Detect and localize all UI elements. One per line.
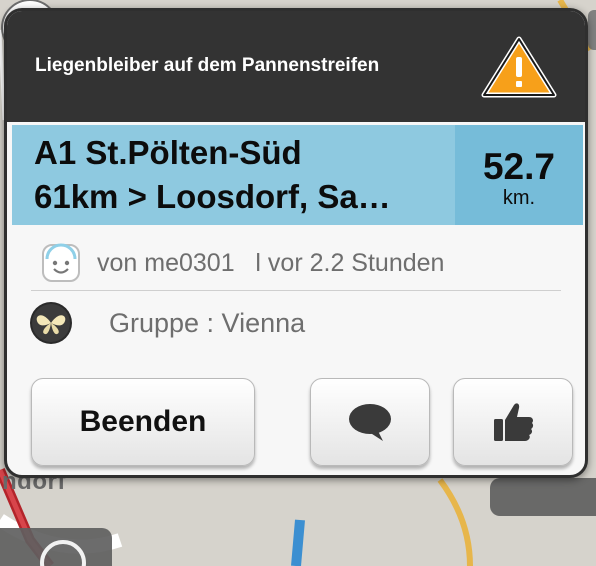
row-divider	[31, 290, 561, 291]
comment-button[interactable]	[310, 378, 430, 466]
route-line-1: A1 St.Pölten-Süd	[34, 134, 302, 171]
route-info-band: A1 St.Pölten-Süd 61km > Loosdorf, Sa… 52…	[12, 125, 583, 225]
like-button[interactable]	[453, 378, 573, 466]
smiley-icon	[42, 243, 80, 282]
alert-title: Liegenbleiber auf dem Pannenstreifen	[35, 55, 380, 76]
map-edge-button[interactable]	[588, 10, 596, 50]
end-button-label: Beenden	[79, 405, 207, 438]
distance-unit: km.	[502, 187, 536, 209]
group-info: Gruppe : Vienna	[109, 308, 306, 338]
popup-header: Liegenbleiber auf dem Pannenstreifen	[7, 11, 585, 122]
route-line-2: 61km > Loosdorf, Sa…	[34, 178, 391, 215]
group-row: Gruppe : Vienna	[7, 295, 585, 351]
route-description: A1 St.Pölten-Süd 61km > Loosdorf, Sa…	[34, 131, 454, 219]
reporter-info: von me0301 l vor 2.2 Stunden	[97, 249, 445, 277]
distance-box: 52.7 km.	[455, 125, 583, 225]
route-line	[291, 519, 305, 566]
speech-bubble-icon	[349, 404, 391, 441]
end-button[interactable]: Beenden	[31, 378, 255, 466]
reporter-row: von me0301 l vor 2.2 Stunden	[7, 237, 585, 289]
thumbs-up-icon	[494, 403, 534, 441]
distance-value: 52.7	[482, 146, 555, 187]
alert-popup: Liegenbleiber auf dem Pannenstreifen A1 …	[4, 8, 588, 478]
butterfly-icon	[30, 302, 72, 344]
warning-icon	[481, 36, 557, 98]
map-control-button[interactable]	[490, 478, 596, 516]
